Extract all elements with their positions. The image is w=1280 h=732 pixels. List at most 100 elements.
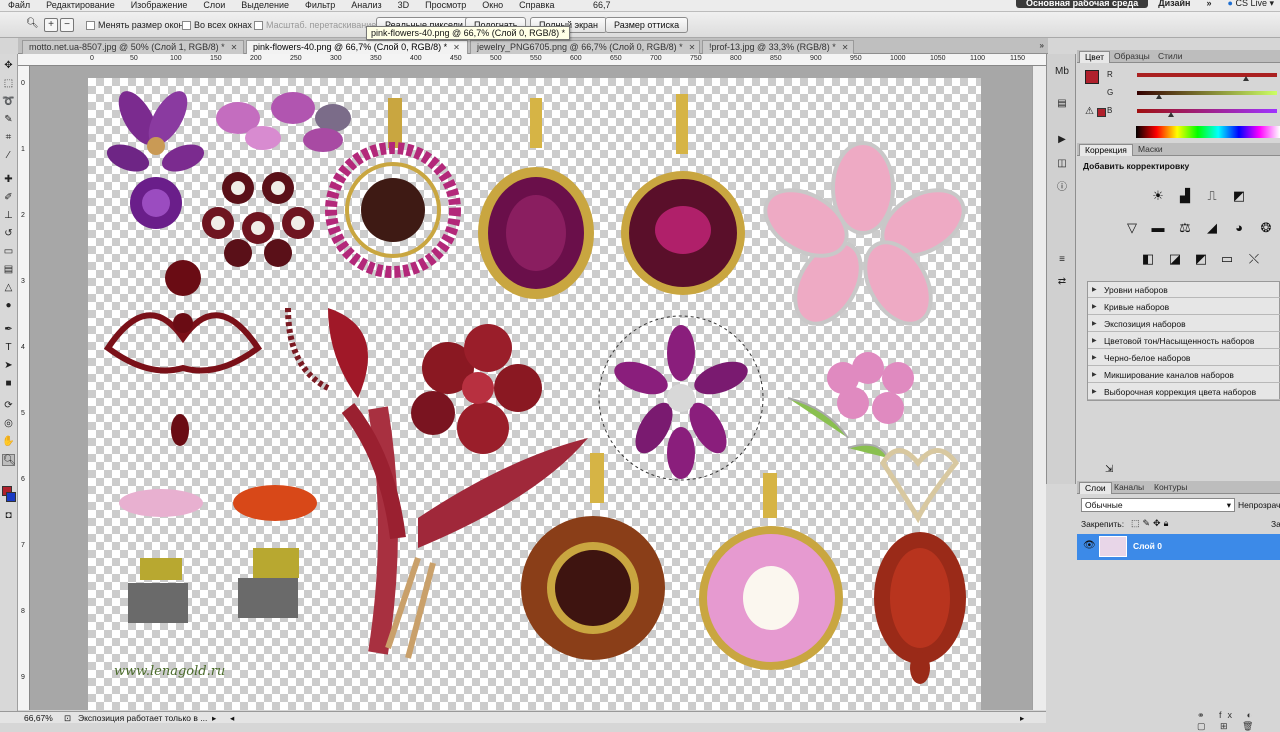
preset-exposure[interactable]: Экспозиция наборов xyxy=(1088,316,1280,332)
quick-select-tool-icon[interactable]: ✎ xyxy=(2,114,15,126)
gamut-color-swatch[interactable] xyxy=(1097,108,1106,117)
status-arrow-icon[interactable]: ▸ xyxy=(212,713,216,724)
status-info-icon[interactable]: ⊡ xyxy=(64,713,71,724)
zoom-level[interactable]: 66,7 xyxy=(585,1,619,10)
layer-name[interactable]: Слой 0 xyxy=(1133,541,1162,551)
brightness-icon[interactable]: ☀ xyxy=(1149,188,1167,204)
canvas-area[interactable]: www.lenagold.ru xyxy=(30,66,1046,710)
slider-r[interactable]: R xyxy=(1107,72,1277,80)
color-spectrum-bar[interactable] xyxy=(1136,126,1280,138)
mini-bridge-icon[interactable]: Mb xyxy=(1055,66,1069,78)
threshold-icon[interactable]: ◩ xyxy=(1192,251,1210,267)
close-icon[interactable]: ✕ xyxy=(231,43,238,52)
layer-comps-icon[interactable]: ≡ xyxy=(1055,254,1069,266)
zoom-tool-icon[interactable]: 🔍︎ xyxy=(2,454,15,466)
close-icon[interactable]: ✕ xyxy=(689,43,696,52)
shape-tool-icon[interactable]: ■ xyxy=(2,378,15,390)
posterize-icon[interactable]: ◪ xyxy=(1166,251,1184,267)
close-icon[interactable]: ✕ xyxy=(842,43,849,52)
menu-window[interactable]: Окно xyxy=(474,1,511,10)
3d-orbit-tool-icon[interactable]: ◎ xyxy=(2,418,15,430)
hand-tool-icon[interactable]: ✋ xyxy=(2,436,15,448)
layers-footer-icons[interactable]: ⚭ fx ◐ ▢ ⊞ 🗑︎ xyxy=(1197,710,1280,732)
menu-image[interactable]: Изображение xyxy=(123,1,196,10)
vertical-scrollbar[interactable] xyxy=(1032,66,1046,710)
tab-jewelry[interactable]: jewelry_PNG6705.png @ 66,7% (Слой 0, RGB… xyxy=(470,40,700,54)
fg-color-swatch[interactable] xyxy=(1085,70,1099,84)
cs-live-button[interactable]: ● CS Live ▾ xyxy=(1222,0,1280,6)
quick-mask-icon[interactable]: ◘ xyxy=(2,510,15,522)
tab-adjustments[interactable]: Коррекция xyxy=(1079,144,1133,156)
workspace-more-icon[interactable]: » xyxy=(1200,0,1217,6)
menu-layers[interactable]: Слои xyxy=(195,1,233,10)
type-tool-icon[interactable]: T xyxy=(2,342,15,354)
adjust-footer-icon[interactable]: ⇲ xyxy=(1105,464,1113,475)
actions-icon[interactable]: ▶ xyxy=(1055,134,1069,146)
history-brush-tool-icon[interactable]: ↺ xyxy=(2,228,15,240)
eyedropper-tool-icon[interactable]: ⁄ xyxy=(2,150,15,162)
exposure-icon[interactable]: ◩ xyxy=(1230,188,1248,204)
tab-channels[interactable]: Каналы xyxy=(1109,482,1149,494)
all-windows-checkbox[interactable]: Во всех окнах xyxy=(182,20,252,30)
preset-channel-mixer[interactable]: Микширование каналов наборов xyxy=(1088,367,1280,383)
brush-tool-icon[interactable]: ✐ xyxy=(2,192,15,204)
menu-help[interactable]: Справка xyxy=(511,1,562,10)
pen-tool-icon[interactable]: ✒ xyxy=(2,324,15,336)
info-icon[interactable]: ⓘ xyxy=(1055,182,1069,194)
lock-icons[interactable]: ⬚✎✥🔒︎ xyxy=(1131,518,1171,529)
status-scroll-left-icon[interactable]: ◂ xyxy=(230,713,234,724)
channel-mixer-icon[interactable]: ❂ xyxy=(1257,220,1275,236)
path-select-tool-icon[interactable]: ➤ xyxy=(2,360,15,372)
vibrance-icon[interactable]: ▽ xyxy=(1123,220,1141,236)
status-scroll-right-icon[interactable]: ▸ xyxy=(1020,713,1024,724)
move-tool-icon[interactable]: ✥ xyxy=(2,60,15,72)
workspace-design-button[interactable]: Дизайн xyxy=(1152,0,1196,6)
r-gradient-bar[interactable] xyxy=(1137,73,1277,77)
menu-edit[interactable]: Редактирование xyxy=(38,1,123,10)
crop-tool-icon[interactable]: ⌗ xyxy=(2,132,15,144)
background-color-swatch[interactable] xyxy=(6,492,16,502)
close-icon[interactable]: ✕ xyxy=(453,43,460,52)
photo-filter-icon[interactable]: ◕ xyxy=(1230,220,1248,236)
tab-color[interactable]: Цвет xyxy=(1079,51,1110,63)
gamut-warning-icon[interactable]: ⚠ xyxy=(1085,106,1094,117)
tabs-overflow-icon[interactable]: » xyxy=(1040,41,1044,50)
slider-g[interactable]: G xyxy=(1107,90,1277,98)
tab-masks[interactable]: Маски xyxy=(1133,144,1168,156)
zoom-in-icon[interactable]: + xyxy=(44,18,58,32)
preset-curves[interactable]: Кривые наборов xyxy=(1088,299,1280,315)
workspace-essentials-button[interactable]: Основная рабочая среда xyxy=(1016,0,1148,8)
3d-rotate-tool-icon[interactable]: ⟳ xyxy=(2,400,15,412)
b-gradient-bar[interactable] xyxy=(1137,109,1277,113)
tab-paths[interactable]: Контуры xyxy=(1149,482,1192,494)
resize-windows-checkbox[interactable]: Менять размер окон xyxy=(86,20,184,30)
preset-hue-saturation[interactable]: Цветовой тон/Насыщенность наборов xyxy=(1088,333,1280,349)
lasso-tool-icon[interactable]: ➰ xyxy=(2,96,15,108)
hue-saturation-icon[interactable]: ▬ xyxy=(1149,220,1167,236)
curves-icon[interactable]: ⎍ xyxy=(1203,188,1221,204)
menu-view[interactable]: Просмотр xyxy=(417,1,474,10)
r-thumb[interactable] xyxy=(1243,76,1249,81)
document-canvas[interactable]: www.lenagold.ru xyxy=(88,78,981,710)
blur-tool-icon[interactable]: △ xyxy=(2,282,15,294)
visibility-eye-icon[interactable]: 👁︎ xyxy=(1083,540,1096,551)
zoom-out-icon[interactable]: − xyxy=(60,18,74,32)
tab-prof[interactable]: !prof-13.jpg @ 33,3% (RGB/8) *✕ xyxy=(702,40,854,54)
status-zoom[interactable]: 66,67% xyxy=(24,713,53,723)
preset-selective-color[interactable]: Выборочная коррекция цвета наборов xyxy=(1088,384,1280,400)
eraser-tool-icon[interactable]: ▭ xyxy=(2,246,15,258)
g-thumb[interactable] xyxy=(1156,94,1162,99)
black-white-icon[interactable]: ◢ xyxy=(1203,220,1221,236)
tab-styles[interactable]: Стили xyxy=(1153,51,1188,63)
gradient-map-icon[interactable]: ▭ xyxy=(1218,251,1236,267)
clone-stamp-tool-icon[interactable]: ⊥ xyxy=(2,210,15,222)
layer-row[interactable]: 👁︎ Слой 0 xyxy=(1077,534,1280,560)
tab-swatches[interactable]: Образцы xyxy=(1109,51,1155,63)
selective-color-icon[interactable]: ⤬ xyxy=(1245,251,1263,267)
blend-mode-select[interactable]: Обычные▾ xyxy=(1081,498,1235,512)
levels-icon[interactable]: ▟ xyxy=(1176,188,1194,204)
tab-layers[interactable]: Слои xyxy=(1079,482,1112,494)
invert-icon[interactable]: ◧ xyxy=(1139,251,1157,267)
b-thumb[interactable] xyxy=(1168,112,1174,117)
zoom-tool-icon[interactable]: 🔍︎ xyxy=(26,18,39,29)
